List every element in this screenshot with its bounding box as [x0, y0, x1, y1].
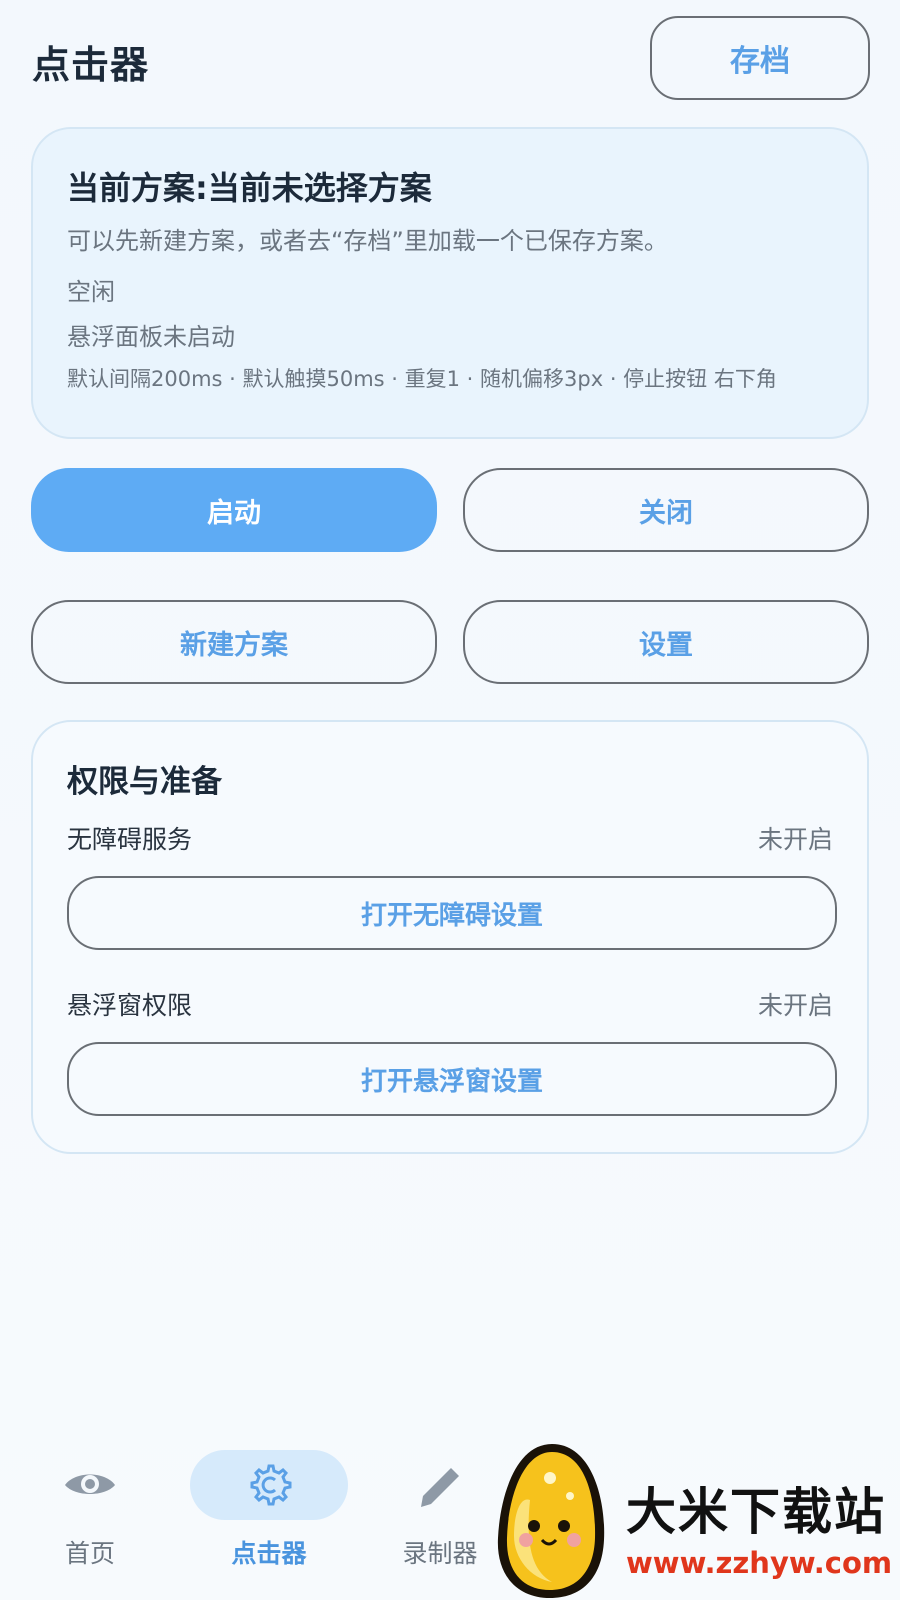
archive-button[interactable]: 存档: [650, 16, 870, 100]
overlay-permission-state: 未开启: [757, 991, 833, 1020]
open-accessibility-settings-button[interactable]: 打开无障碍设置: [67, 876, 837, 950]
pencil-icon: [421, 1468, 459, 1507]
accessibility-label: 无障碍服务: [67, 825, 193, 854]
open-overlay-settings-button[interactable]: 打开悬浮窗设置: [67, 1042, 837, 1116]
watermark-url: www.zzhyw.com: [626, 1546, 893, 1580]
plan-title: 当前方案:当前未选择方案: [67, 169, 432, 207]
app-header: 点击器 存档: [0, 0, 900, 120]
close-button[interactable]: 关闭: [463, 468, 869, 552]
nav-item-home[interactable]: 首页: [5, 1450, 175, 1590]
site-watermark: 大米下载站 www.zzhyw.com: [490, 1440, 900, 1600]
overlay-permission-label: 悬浮窗权限: [67, 991, 193, 1020]
plan-hint: 可以先新建方案，或者去“存档”里加载一个已保存方案。: [67, 227, 668, 255]
rice-mascot-logo: [497, 1444, 605, 1598]
run-status: 空闲: [67, 278, 115, 306]
current-plan-card: 当前方案:当前未选择方案 可以先新建方案，或者去“存档”里加载一个已保存方案。 …: [31, 127, 869, 439]
new-plan-button[interactable]: 新建方案: [31, 600, 437, 684]
gear-icon: [250, 1464, 292, 1506]
overlay-status: 悬浮面板未启动: [67, 323, 235, 351]
nav-item-clicker[interactable]: 点击器: [184, 1450, 354, 1590]
watermark-name: 大米下载站: [626, 1483, 886, 1541]
plan-params: 默认间隔200ms · 默认触摸50ms · 重复1 · 随机偏移3px · 停…: [67, 367, 777, 391]
eye-icon: [65, 1474, 115, 1494]
nav-label-home: 首页: [64, 1539, 115, 1568]
start-button[interactable]: 启动: [31, 468, 437, 552]
permissions-card: 权限与准备 无障碍服务 未开启 打开无障碍设置 悬浮窗权限 未开启 打开悬浮窗设…: [31, 720, 869, 1154]
nav-label-recorder: 录制器: [402, 1539, 478, 1568]
settings-button[interactable]: 设置: [463, 600, 869, 684]
permissions-title: 权限与准备: [67, 764, 222, 800]
nav-label-clicker: 点击器: [231, 1539, 307, 1568]
accessibility-state: 未开启: [757, 825, 833, 854]
page-title: 点击器: [32, 43, 150, 87]
